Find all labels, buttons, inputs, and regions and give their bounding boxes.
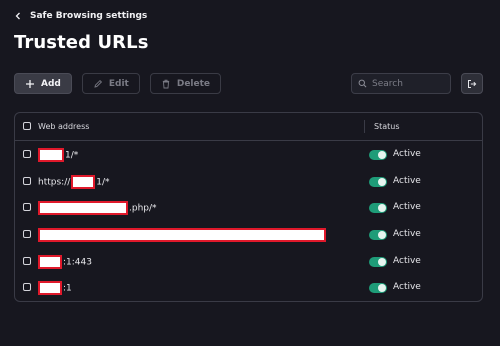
back-link-label: Safe Browsing settings xyxy=(30,11,148,21)
status-label: Active xyxy=(393,175,421,186)
select-all-checkbox[interactable] xyxy=(23,122,31,130)
url-suffix: 1/* xyxy=(96,177,110,188)
table-row[interactable]: Active xyxy=(15,221,482,248)
redacted-text xyxy=(38,148,64,162)
table-row[interactable]: :1:443 Active xyxy=(15,248,482,275)
delete-button[interactable]: Delete xyxy=(149,73,222,94)
edit-button-label: Edit xyxy=(108,78,129,89)
status-toggle[interactable] xyxy=(369,283,387,294)
url-suffix: 1/* xyxy=(65,150,79,161)
row-checkbox[interactable] xyxy=(23,203,31,212)
status-toggle[interactable] xyxy=(369,176,387,187)
status-toggle[interactable] xyxy=(369,203,387,214)
search-box xyxy=(351,73,451,94)
url-suffix: :1 xyxy=(63,283,72,294)
chevron-left-icon xyxy=(15,12,20,20)
row-checkbox[interactable] xyxy=(23,256,31,265)
toolbar: Add Edit Delete xyxy=(14,73,222,94)
url-cell: https:// 1/* xyxy=(38,174,110,189)
search-input[interactable] xyxy=(372,78,442,89)
table-row[interactable]: 1/* Active xyxy=(15,141,482,168)
row-checkbox[interactable] xyxy=(23,283,31,292)
status-toggle[interactable] xyxy=(369,230,387,241)
pencil-icon xyxy=(94,79,102,88)
column-divider xyxy=(364,120,365,133)
redacted-text xyxy=(71,174,96,189)
edit-button[interactable]: Edit xyxy=(81,73,140,94)
status-label: Active xyxy=(393,229,421,240)
trash-icon xyxy=(162,79,170,88)
back-link[interactable]: Safe Browsing settings xyxy=(14,11,147,21)
table-row[interactable]: https:// 1/* Active xyxy=(15,168,482,195)
url-cell: :1:443 xyxy=(38,254,92,269)
add-button[interactable]: Add xyxy=(14,73,72,94)
redacted-text xyxy=(38,201,128,216)
table-row[interactable]: .php/* Active xyxy=(15,194,482,221)
url-cell: 1/* xyxy=(38,148,78,162)
export-icon xyxy=(468,79,477,88)
delete-button-label: Delete xyxy=(176,78,211,89)
row-checkbox[interactable] xyxy=(23,230,31,239)
page-title: Trusted URLs xyxy=(14,32,149,53)
export-button[interactable] xyxy=(461,73,483,94)
url-suffix: :1:443 xyxy=(63,257,92,268)
status-label: Active xyxy=(393,255,421,266)
search-icon xyxy=(358,79,367,88)
row-checkbox[interactable] xyxy=(23,176,31,185)
status-toggle[interactable] xyxy=(369,256,387,267)
trusted-urls-table: Web address Status 1/* Active https:// 1/… xyxy=(14,112,483,302)
plus-icon xyxy=(26,79,34,88)
url-cell xyxy=(38,228,326,243)
column-header-web-address: Web address xyxy=(38,122,90,131)
redacted-text xyxy=(38,228,326,243)
redacted-text xyxy=(38,281,62,296)
column-header-status: Status xyxy=(374,122,400,131)
redacted-text xyxy=(38,254,62,269)
table-row[interactable]: :1 Active xyxy=(15,274,482,301)
url-suffix: .php/* xyxy=(129,203,157,214)
url-prefix: https:// xyxy=(38,177,71,188)
status-label: Active xyxy=(393,149,421,159)
status-label: Active xyxy=(393,202,421,213)
status-toggle[interactable] xyxy=(369,150,387,160)
status-label: Active xyxy=(393,282,421,293)
url-cell: :1 xyxy=(38,281,72,296)
table-header: Web address Status xyxy=(15,113,482,141)
row-checkbox[interactable] xyxy=(23,150,31,158)
url-cell: .php/* xyxy=(38,201,157,216)
add-button-label: Add xyxy=(41,78,61,89)
